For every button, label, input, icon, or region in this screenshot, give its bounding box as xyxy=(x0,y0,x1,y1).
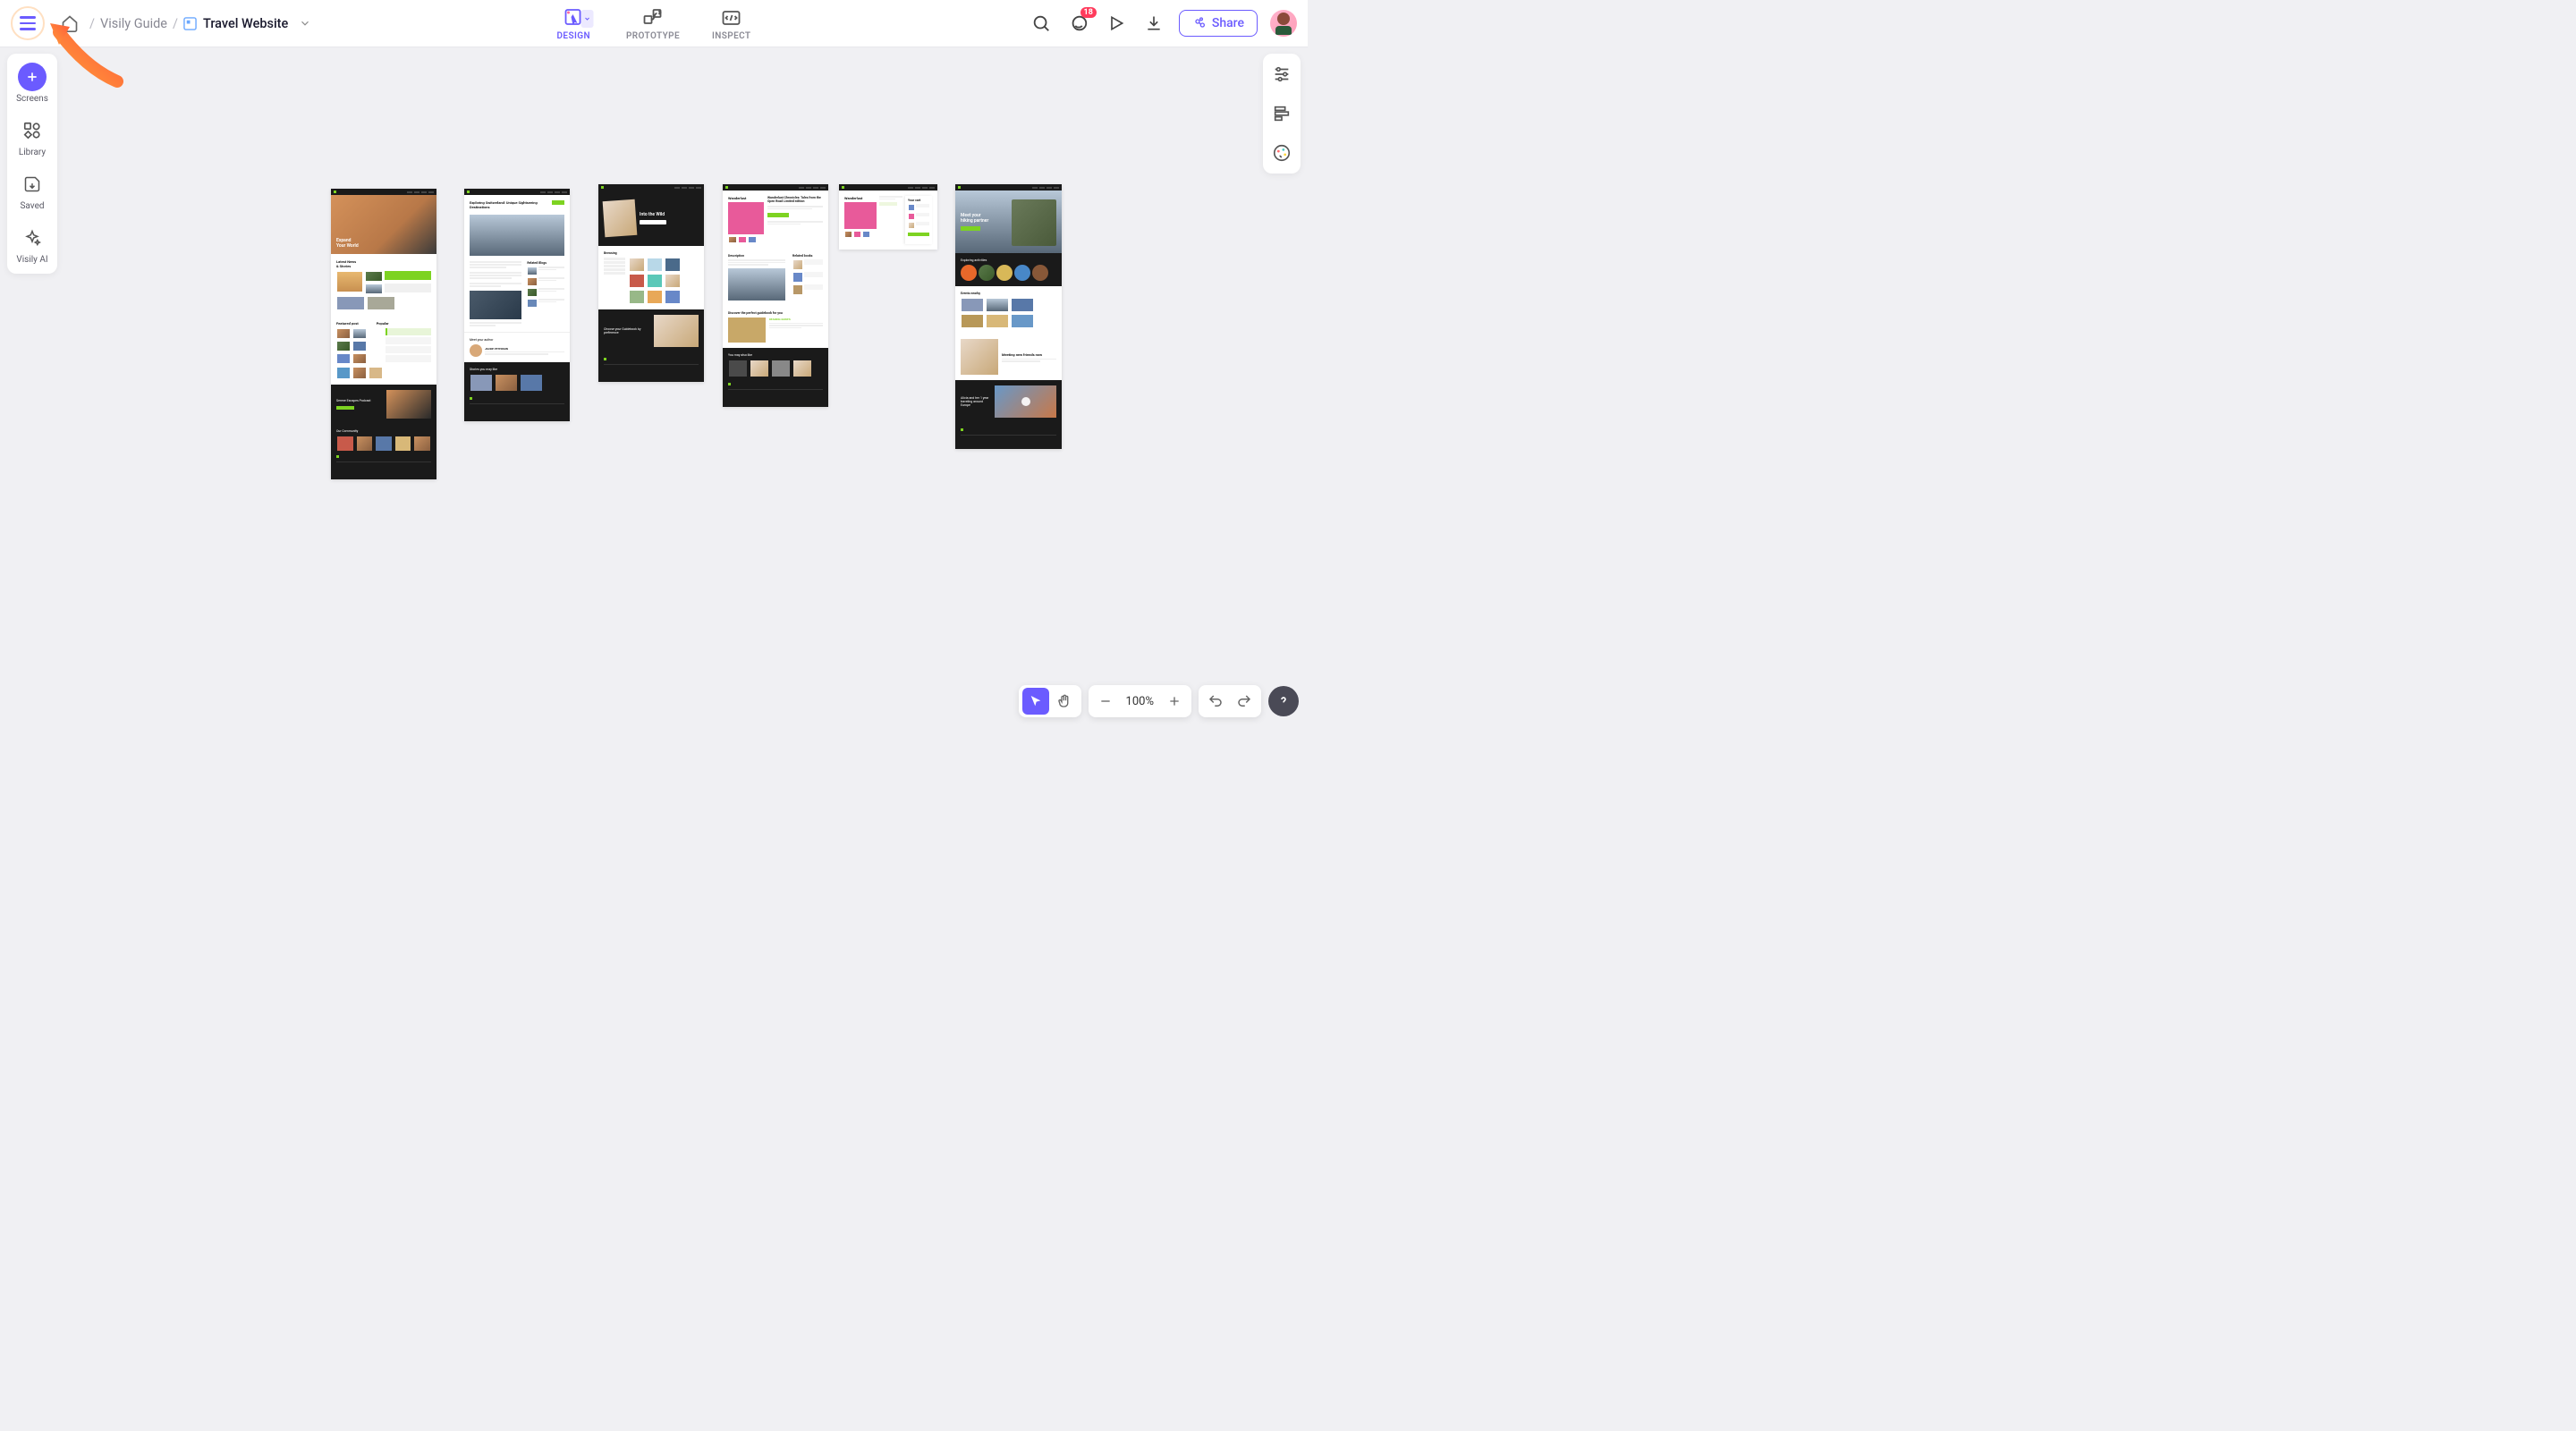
help-button[interactable] xyxy=(1268,686,1299,716)
hand-tool[interactable] xyxy=(1051,688,1078,715)
product-subtitle: Wanderlust Chronicles: Tales from the Op… xyxy=(767,196,823,203)
topbar: / Visily Guide / Travel Website DESIGN xyxy=(0,0,1308,47)
design-dropdown[interactable] xyxy=(581,10,594,28)
topbar-left: / Visily Guide / Travel Website xyxy=(11,6,311,40)
zoom-in-button[interactable] xyxy=(1161,688,1188,715)
article-title: Exploring Switzerland: Unique Sightseein… xyxy=(470,200,548,209)
cursor-tools xyxy=(1019,685,1081,717)
undo-button[interactable] xyxy=(1202,688,1229,715)
notification-badge: 18 xyxy=(1080,7,1097,18)
breadcrumb-separator: / xyxy=(89,16,95,31)
featured-label: Featured post xyxy=(336,321,359,326)
discover-label: Discover the perfect guidebook for you xyxy=(728,311,823,315)
community-label: Our Community xyxy=(336,429,431,433)
breadcrumb-separator: / xyxy=(173,16,178,31)
inspect-icon xyxy=(720,6,743,30)
alsolike-label: You may also like xyxy=(728,353,823,357)
project-icon xyxy=(183,16,198,30)
artboard-hiking[interactable]: Meet your hiking partner Exploring activ… xyxy=(955,184,1062,449)
tab-design-label: DESIGN xyxy=(557,31,590,41)
stories-label: Stories you may like xyxy=(470,368,564,371)
zoom-controls: 100% xyxy=(1089,685,1191,717)
tab-inspect-label: INSPECT xyxy=(712,31,750,41)
share-button[interactable]: Share xyxy=(1179,10,1258,37)
exploring-label: Exploring activities xyxy=(961,258,1056,262)
download-button[interactable] xyxy=(1141,11,1166,36)
history-controls xyxy=(1199,685,1261,717)
podcast-label: Serene Escapes Podcast xyxy=(336,399,383,402)
mode-tabs: DESIGN PROTOTYPE INSPECT xyxy=(557,6,751,41)
artboard-cart[interactable]: Wanderlust Your cart xyxy=(839,184,937,250)
topbar-right: 18 Share xyxy=(1029,10,1297,37)
guidebook-label: Choose your Guidebook by preference xyxy=(604,327,650,334)
chevron-down-icon[interactable] xyxy=(299,17,311,30)
meeting-label: Meeting new friends now xyxy=(1002,352,1056,357)
author-label: Meet your author xyxy=(470,338,564,342)
tab-prototype-label: PROTOTYPE xyxy=(626,31,680,41)
redo-button[interactable] xyxy=(1231,688,1258,715)
cart-title: Your cart xyxy=(908,199,929,202)
story-label: Alicia and her 1 year traveling around E… xyxy=(961,396,991,407)
artboard-product[interactable]: Wanderlust Wanderlust Chronicles: Tales … xyxy=(723,184,828,407)
prototype-icon xyxy=(641,6,665,30)
tab-inspect[interactable]: INSPECT xyxy=(712,6,750,41)
hero-title: Into the Wild xyxy=(640,212,699,217)
zoom-out-button[interactable] xyxy=(1092,688,1119,715)
breadcrumb-project[interactable]: Travel Website xyxy=(203,16,288,31)
artboard-home[interactable]: Expand Your World Latest News & Stories … xyxy=(331,189,436,479)
breadcrumb-workspace[interactable]: Visily Guide xyxy=(100,16,167,31)
related-label: Related books xyxy=(792,254,823,258)
tab-prototype[interactable]: PROTOTYPE xyxy=(626,6,680,41)
menu-button[interactable] xyxy=(11,6,45,40)
artboard-catalog[interactable]: Into the Wild Browsing Choose your Guide… xyxy=(598,184,704,382)
popular-label: Popular xyxy=(377,321,389,326)
hero-title: Expand Your World xyxy=(336,238,431,249)
play-button[interactable] xyxy=(1104,11,1129,36)
bottom-toolbar: 100% xyxy=(1019,685,1299,717)
user-avatar[interactable] xyxy=(1270,10,1297,37)
comments-button[interactable]: 18 xyxy=(1066,11,1091,36)
events-label: Events nearby xyxy=(961,292,1056,295)
canvas[interactable]: Expand Your World Latest News & Stories … xyxy=(0,47,1308,726)
breadcrumb: / Visily Guide / Travel Website xyxy=(89,16,311,31)
product-title: Wanderlust xyxy=(844,196,877,200)
cursor-tool[interactable] xyxy=(1022,688,1049,715)
search-button[interactable] xyxy=(1029,11,1054,36)
share-label: Share xyxy=(1212,16,1244,30)
section-title: Latest News & Stories xyxy=(336,259,431,268)
artboard-article[interactable]: Exploring Switzerland: Unique Sightseein… xyxy=(464,189,570,421)
home-button[interactable] xyxy=(57,11,82,36)
zoom-level[interactable]: 100% xyxy=(1121,695,1159,708)
related-label: Related Blogs xyxy=(527,261,564,265)
browsing-label: Browsing xyxy=(604,251,699,255)
hamburger-icon xyxy=(20,16,36,30)
desc-label: Description xyxy=(728,254,785,258)
product-title: Wanderlust xyxy=(728,196,764,200)
